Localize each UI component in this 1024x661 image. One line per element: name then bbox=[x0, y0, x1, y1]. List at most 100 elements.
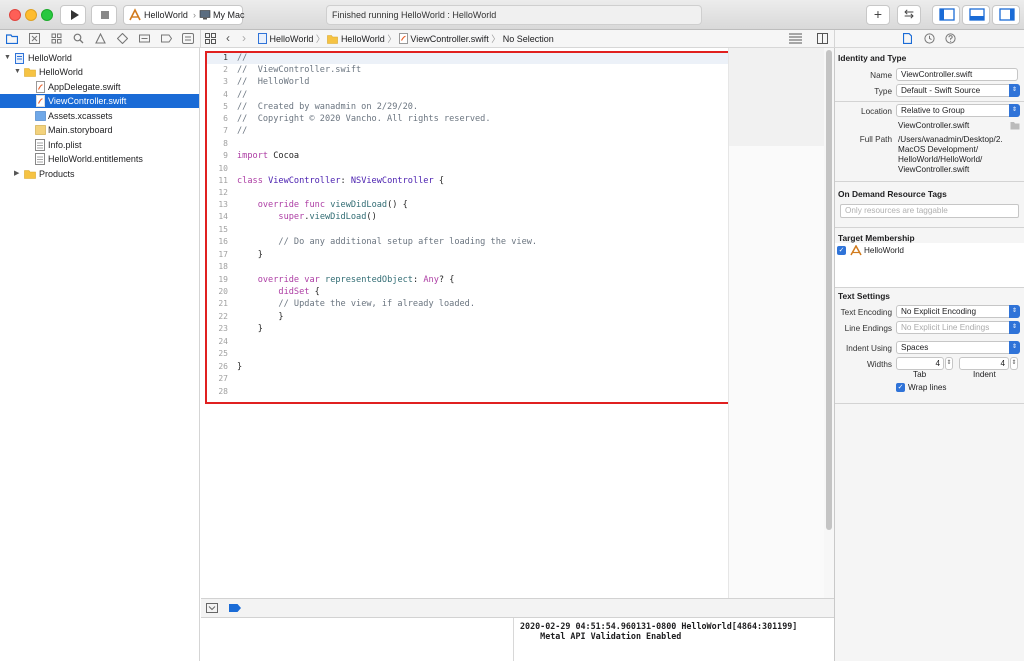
breakpoints-toggle-icon[interactable] bbox=[229, 604, 241, 612]
library-button[interactable]: + bbox=[866, 5, 890, 25]
asset-catalog-icon bbox=[35, 111, 46, 121]
folder-icon[interactable] bbox=[6, 33, 18, 44]
editor-scrollbar[interactable] bbox=[824, 48, 834, 598]
mac-icon bbox=[199, 10, 211, 20]
debug-icon[interactable] bbox=[139, 33, 150, 44]
indent-width-field[interactable]: 4 bbox=[959, 357, 1009, 370]
issue-icon[interactable] bbox=[95, 33, 106, 44]
related-items-icon[interactable] bbox=[205, 33, 216, 44]
console-line: 2020-02-29 04:51:54.960131-0800 HelloWor… bbox=[520, 621, 798, 631]
field-label: Full Path bbox=[859, 135, 892, 144]
navigator-item-assets[interactable]: Assets.xcassets bbox=[0, 109, 199, 123]
search-icon[interactable] bbox=[73, 33, 84, 44]
back-icon[interactable]: ‹ bbox=[226, 31, 230, 45]
split-editor-icon[interactable] bbox=[817, 33, 828, 44]
chevron-updown-icon: ⇕ bbox=[1009, 341, 1020, 354]
file-inspector-icon[interactable] bbox=[903, 33, 912, 44]
navigator-item-label: Assets.xcassets bbox=[48, 111, 113, 121]
toggle-navigator-button[interactable] bbox=[932, 5, 960, 25]
indent-stepper[interactable]: ⇕ bbox=[1010, 357, 1018, 370]
sidebar-left-icon bbox=[939, 8, 955, 21]
hide-debug-area-icon[interactable] bbox=[206, 603, 218, 613]
console-line: Metal API Validation Enabled bbox=[520, 631, 682, 641]
navigator-item-appdelegate[interactable]: AppDelegate.swift bbox=[0, 80, 199, 94]
popup-value: No Explicit Line Endings bbox=[901, 323, 990, 332]
run-button[interactable] bbox=[60, 5, 86, 25]
chevron-right-icon: 〉 bbox=[491, 34, 501, 44]
tab-width-field[interactable]: 4 bbox=[896, 357, 944, 370]
stop-button[interactable] bbox=[91, 5, 117, 25]
toggle-inspector-button[interactable] bbox=[992, 5, 1020, 25]
breadcrumb-file[interactable]: ViewController.swift bbox=[410, 34, 488, 44]
scheme-selector[interactable]: HelloWorld › My Mac bbox=[123, 5, 245, 25]
location-popup[interactable]: Relative to Group ⇕ bbox=[896, 104, 1020, 117]
navigator-item-label: ViewController.swift bbox=[48, 96, 127, 106]
report-icon[interactable] bbox=[182, 33, 194, 44]
name-field[interactable]: ViewController.swift bbox=[896, 68, 1018, 81]
breadcrumb-group[interactable]: HelloWorld bbox=[341, 34, 385, 44]
disclosure-open-icon[interactable]: ▼ bbox=[14, 65, 21, 79]
source-control-icon[interactable] bbox=[29, 33, 40, 44]
indent-using-popup[interactable]: Spaces ⇕ bbox=[896, 341, 1020, 354]
popup-value: Spaces bbox=[901, 343, 929, 352]
secondary-toolbar: ‹ › HelloWorld 〉 HelloWorld 〉 ViewContro… bbox=[0, 30, 1024, 48]
popup-value: Default - Swift Source bbox=[901, 86, 981, 95]
field-label: Line Endings bbox=[844, 324, 892, 333]
minimap[interactable] bbox=[728, 48, 825, 598]
test-icon[interactable] bbox=[117, 33, 128, 44]
field-label: Location bbox=[861, 107, 892, 116]
minimize-window-button[interactable] bbox=[25, 9, 37, 21]
navigator-item-infoplist[interactable]: Info.plist bbox=[0, 138, 199, 152]
destination-label: My Mac bbox=[213, 10, 245, 20]
navigator-item-group[interactable]: ▼ HelloWorld bbox=[0, 65, 199, 79]
navigator-item-products[interactable]: ▶ Products bbox=[0, 167, 199, 181]
folder-icon bbox=[24, 68, 36, 77]
play-icon bbox=[71, 10, 79, 20]
full-path-line: HelloWorld/HelloWorld/ bbox=[898, 155, 983, 164]
app-icon bbox=[129, 8, 141, 21]
disclosure-open-icon[interactable]: ▼ bbox=[4, 51, 11, 65]
forward-icon[interactable]: › bbox=[242, 31, 246, 45]
help-icon[interactable] bbox=[945, 33, 956, 44]
field-label: Indent Using bbox=[846, 344, 892, 353]
breadcrumb-symbol[interactable]: No Selection bbox=[503, 34, 554, 44]
close-window-button[interactable] bbox=[9, 9, 21, 21]
field-label: Name bbox=[870, 71, 892, 80]
navigator-item-project[interactable]: ▼ HelloWorld bbox=[0, 51, 199, 65]
navigator-item-viewcontroller[interactable]: ViewController.swift bbox=[0, 94, 199, 108]
history-icon[interactable] bbox=[924, 33, 935, 44]
zoom-window-button[interactable] bbox=[41, 9, 53, 21]
tab-stepper[interactable]: ⇕ bbox=[945, 357, 953, 370]
section-title: On Demand Resource Tags bbox=[838, 189, 947, 199]
storyboard-icon bbox=[35, 125, 46, 135]
editor-options-icon[interactable] bbox=[789, 33, 802, 44]
scrollbar-thumb[interactable] bbox=[826, 50, 832, 530]
tags-field[interactable]: Only resources are taggable bbox=[840, 204, 1019, 218]
stop-icon bbox=[101, 11, 109, 19]
chevron-right-icon: 〉 bbox=[387, 34, 397, 44]
console-output[interactable]: 2020-02-29 04:51:54.960131-0800 HelloWor… bbox=[514, 618, 834, 661]
target-label: HelloWorld bbox=[864, 246, 904, 255]
navigator-item-entitlements[interactable]: HelloWorld.entitlements bbox=[0, 152, 199, 166]
type-popup[interactable]: Default - Swift Source ⇕ bbox=[896, 84, 1020, 97]
code-review-button[interactable]: ⇆ bbox=[897, 5, 921, 25]
navigator-item-storyboard[interactable]: Main.storyboard bbox=[0, 123, 199, 137]
full-path-line: ViewController.swift bbox=[898, 165, 970, 174]
navigator-item-label: AppDelegate.swift bbox=[48, 82, 121, 92]
breadcrumb-project[interactable]: HelloWorld bbox=[270, 34, 314, 44]
toggle-debug-area-button[interactable] bbox=[962, 5, 990, 25]
encoding-popup[interactable]: No Explicit Encoding ⇕ bbox=[896, 305, 1020, 318]
wrap-lines-checkbox[interactable]: ✓ bbox=[896, 383, 905, 392]
target-checkbox[interactable]: ✓ bbox=[837, 246, 846, 255]
breakpoint-icon[interactable] bbox=[161, 33, 172, 44]
navigator-item-label: Products bbox=[39, 169, 75, 179]
app-icon bbox=[850, 245, 862, 256]
line-endings-popup[interactable]: No Explicit Line Endings ⇕ bbox=[896, 321, 1020, 334]
chevron-updown-icon: ⇕ bbox=[1009, 104, 1020, 117]
highlight-box bbox=[205, 51, 734, 404]
sidebar-right-icon bbox=[999, 8, 1015, 21]
disclosure-closed-icon[interactable]: ▶ bbox=[14, 167, 19, 181]
reveal-folder-icon[interactable] bbox=[1010, 121, 1020, 130]
navigator-item-label: HelloWorld bbox=[39, 67, 83, 77]
symbol-icon[interactable] bbox=[51, 33, 62, 44]
